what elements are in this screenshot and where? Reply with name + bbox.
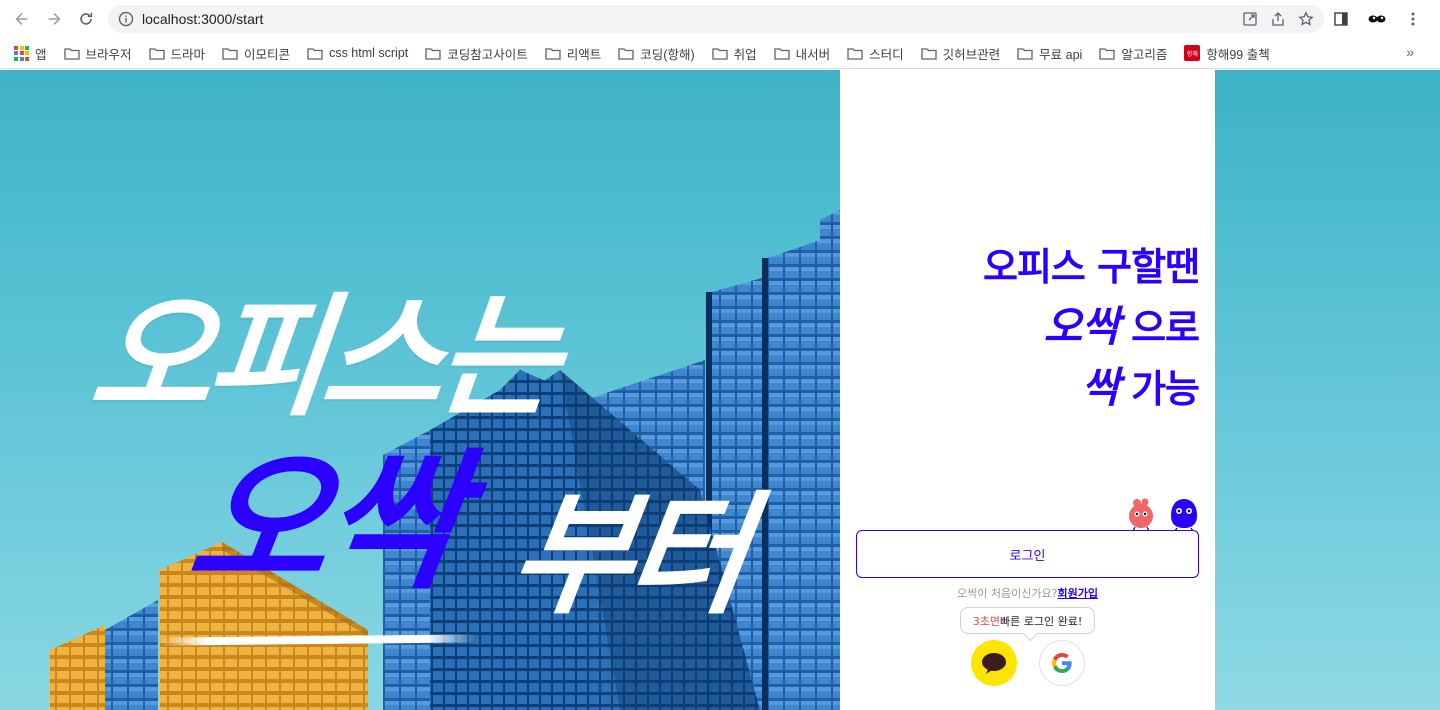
bookmark-label: 스터디 [869,47,904,62]
bookmark-item[interactable]: 알고리즘 [1099,44,1167,63]
folder-icon [921,47,937,60]
folder-icon [148,47,165,60]
bookmarks-bar: 앱 브라우저 드라마 이모티콘 css html script 코딩참고사이트 리액트 코딩(… [0,38,1440,69]
slogan-line2-rest: 으로 [1118,306,1200,350]
slogan: 오피스 구할땐 오싹 으로 싹 가능 [983,238,1200,419]
bookmark-item[interactable]: 앱 [14,44,47,63]
red-mascot-icon [1129,498,1153,532]
mascot-characters [1129,498,1197,532]
forward-button[interactable] [38,3,70,35]
hanghae-favicon: 항해 [1184,45,1201,61]
google-logo-icon [1052,653,1072,673]
profile-eyes-icon [1368,15,1386,23]
bookmark-item[interactable]: 항해 항해99 출첵 [1184,44,1270,63]
menu-button[interactable] [1402,5,1424,33]
folder-icon [222,47,238,60]
folder-icon [545,47,561,60]
kebab-menu-icon [1411,12,1415,26]
slogan-line2-accent: 오싹 [1043,302,1120,351]
slogan-line3: 싹 가능 [983,358,1200,419]
url-text: localhost:3000/start [142,11,264,27]
bookmark-label: 코딩(항해) [640,47,695,62]
bookmark-label: 이모티콘 [244,47,291,62]
tooltip-text: 빠른 로그인 완료! [1000,614,1083,628]
bookmark-item[interactable]: 리액트 [545,44,602,63]
hero-headline-line1: 오피스는 [83,281,562,435]
hero-headline-accent: 오싹 [179,436,469,610]
bookmark-item[interactable]: 이모티콘 [222,44,290,63]
bookmark-item[interactable]: 내서버 [773,44,831,63]
bookmark-label: 깃허브관련 [942,47,1001,62]
address-bar[interactable]: localhost:3000/start [108,5,1324,33]
bookmark-label: css html script [329,46,409,60]
bookmark-label: 항해99 출첵 [1206,47,1270,62]
folder-icon [425,47,441,60]
back-button[interactable] [6,3,38,35]
open-in-window-icon[interactable] [1242,11,1258,27]
folder-icon [847,47,863,60]
tooltip-highlight: 3초면 [972,614,1000,628]
folder-icon [63,47,80,60]
bookmark-item[interactable]: 코딩(항해) [618,44,695,63]
google-login-button[interactable] [1039,640,1085,686]
folder-icon [1099,47,1115,60]
slogan-line1: 오피스 구할땐 [983,245,1200,289]
bookmark-item[interactable]: 깃허브관련 [921,44,1001,63]
bookmark-item[interactable]: 무료 api [1017,44,1082,63]
folder-icon [1017,47,1033,60]
arrow-right-icon [48,13,61,25]
bookmark-label: 리액트 [566,47,602,62]
kakao-talk-icon [982,653,1006,674]
start-page: 오피스는 오싹 부터 오피스 구할땐 오싹 으로 싹 가능 로그인 오싹이 처음… [0,70,1440,710]
bookmark-item[interactable]: 브라우저 [63,44,132,63]
bookmark-label: 브라우저 [85,47,132,62]
reload-icon [80,12,93,25]
signup-question: 오싹이 처음이신가요? [957,587,1058,600]
reload-button[interactable] [70,3,102,35]
bookmark-item[interactable]: 코딩참고사이트 [425,44,528,63]
share-icon[interactable] [1270,11,1286,27]
folder-icon [618,47,634,60]
bookmark-star-icon[interactable] [1298,11,1314,27]
signup-prompt: 오싹이 처음이신가요?회원가입 [840,585,1215,601]
slogan-line2: 오싹 으로 [983,297,1200,358]
bookmark-item[interactable]: 스터디 [847,44,904,63]
bookmark-item[interactable]: 취업 [711,44,757,63]
bookmark-label: 앱 [35,47,47,62]
bookmark-item[interactable]: css html script [307,46,408,60]
side-panel-button[interactable] [1330,5,1352,33]
bookmark-label: 취업 [733,47,757,62]
bookmark-item[interactable]: 드라마 [148,44,206,63]
bookmark-label: 코딩참고사이트 [447,47,528,62]
folder-icon [307,47,323,60]
bookmarks-overflow-button[interactable]: » [1406,44,1414,60]
background-strip [1215,70,1440,710]
slogan-line3-accent: 싹 [1081,363,1120,412]
bookmark-label: 내서버 [795,47,831,62]
slogan-line3-rest: 가능 [1118,367,1200,411]
bookmark-label: 알고리즘 [1121,47,1168,62]
profile-button[interactable] [1366,5,1388,33]
folder-icon [773,47,790,60]
hero-headline-line2: 부터 [501,479,754,633]
hero-banner: 오피스는 오싹 부터 [0,70,840,710]
site-info-icon[interactable] [118,11,134,27]
kakao-login-button[interactable] [971,640,1017,686]
signup-link[interactable]: 회원가입 [1057,587,1097,600]
login-button[interactable]: 로그인 [856,530,1199,578]
side-panel-icon [1334,12,1348,26]
quick-login-tooltip: 3초면 빠른 로그인 완료! [960,607,1095,634]
bookmark-label: 드라마 [170,47,206,62]
login-panel: 오피스 구할땐 오싹 으로 싹 가능 로그인 오싹이 처음이신가요?회원가입 3… [840,70,1215,710]
arrow-left-icon [15,13,28,25]
apps-grid-icon [14,45,29,61]
blue-mascot-icon [1171,499,1197,532]
browser-toolbar: localhost:3000/start [0,0,1440,38]
bookmark-label: 무료 api [1039,47,1083,62]
folder-icon [711,47,728,60]
